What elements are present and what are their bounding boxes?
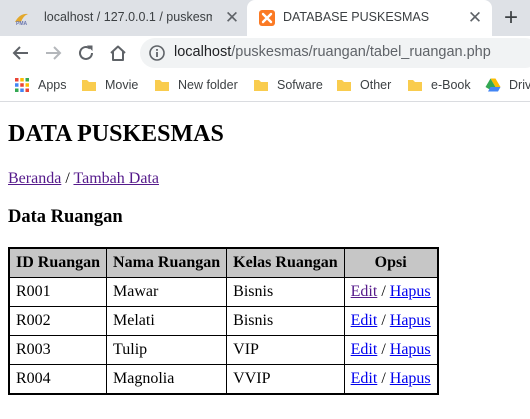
- url-text: localhost/puskesmas/ruangan/tabel_ruanga…: [174, 44, 491, 60]
- edit-link[interactable]: Edit: [351, 341, 378, 358]
- action-separator: /: [377, 312, 390, 329]
- edit-link[interactable]: Edit: [351, 370, 378, 387]
- cell-id: R001: [8, 277, 108, 307]
- close-icon[interactable]: ✕: [223, 9, 241, 27]
- info-icon[interactable]: [148, 44, 166, 62]
- bookmark-drive[interactable]: Driv: [485, 69, 530, 101]
- column-header-kelas: Kelas Ruangan: [226, 247, 345, 278]
- breadcrumb-separator: /: [61, 170, 74, 187]
- bookmark-label: Driv: [509, 78, 530, 92]
- table-row: R002 Melati Bisnis Edit / Hapus: [8, 306, 439, 336]
- breadcrumb: Beranda / Tambah Data: [8, 170, 159, 188]
- tab-database-puskesmas[interactable]: DATABASE PUSKESMAS ✕: [247, 0, 492, 36]
- tab-strip: PMA localhost / 127.0.0.1 / puskesmas ✕ …: [0, 0, 530, 36]
- bookmark-label: Apps: [38, 78, 67, 92]
- hapus-link[interactable]: Hapus: [390, 370, 431, 387]
- table-row: R004 Magnolia VVIP Edit / Hapus: [8, 364, 439, 395]
- cell-kelas: Bisnis: [226, 306, 345, 336]
- edit-link[interactable]: Edit: [351, 312, 378, 329]
- folder-icon: [82, 80, 96, 91]
- folder-icon: [254, 80, 268, 91]
- tambah-data-link[interactable]: Tambah Data: [73, 170, 159, 187]
- action-separator: /: [377, 283, 390, 300]
- hapus-link[interactable]: Hapus: [390, 341, 431, 358]
- cell-opsi: Edit / Hapus: [343, 364, 439, 395]
- beranda-link[interactable]: Beranda: [8, 170, 61, 187]
- bookmark-label: New folder: [178, 78, 238, 92]
- phpmyadmin-icon: PMA: [15, 13, 28, 26]
- edit-link[interactable]: Edit: [351, 283, 378, 300]
- folder-icon: [337, 80, 351, 91]
- bookmark-label: e-Book: [431, 78, 471, 92]
- new-tab-button[interactable]: +: [498, 5, 524, 31]
- bookmarks-bar: Apps Movie New folder Sofware Other e-Bo…: [0, 69, 530, 102]
- cell-kelas: VIP: [226, 335, 345, 365]
- bookmark-label: Sofware: [277, 78, 323, 92]
- table-row: R001 Mawar Bisnis Edit / Hapus: [8, 277, 439, 307]
- page-content: DATA PUSKESMAS Beranda / Tambah Data Dat…: [0, 102, 530, 419]
- section-title: Data Ruangan: [8, 207, 123, 227]
- folder-icon: [408, 80, 422, 91]
- cell-nama: Mawar: [106, 277, 228, 307]
- cell-kelas: VVIP: [226, 364, 345, 395]
- url-host: localhost: [174, 44, 232, 60]
- bookmark-apps[interactable]: Apps: [14, 69, 67, 101]
- action-separator: /: [377, 341, 390, 358]
- bookmark-ebook[interactable]: e-Book: [407, 69, 471, 101]
- cell-id: R004: [8, 364, 108, 395]
- bookmark-new-folder[interactable]: New folder: [154, 69, 238, 101]
- cell-id: R003: [8, 335, 108, 365]
- cell-opsi: Edit / Hapus: [343, 306, 439, 336]
- cell-id: R002: [8, 306, 108, 336]
- arrow-left-icon: [12, 46, 28, 60]
- tab-phpmyadmin[interactable]: PMA localhost / 127.0.0.1 / puskesmas ✕: [0, 0, 246, 36]
- action-separator: /: [377, 370, 390, 387]
- xampp-icon: [259, 10, 275, 26]
- cell-opsi: Edit / Hapus: [343, 277, 439, 307]
- home-icon: [110, 45, 126, 61]
- page-title: DATA PUSKESMAS: [8, 121, 224, 147]
- cell-opsi: Edit / Hapus: [343, 335, 439, 365]
- bookmark-label: Movie: [105, 78, 139, 92]
- ruangan-table: ID Ruangan Nama Ruangan Kelas Ruangan Op…: [8, 247, 439, 395]
- reload-icon: [79, 45, 93, 60]
- cell-kelas: Bisnis: [226, 277, 345, 307]
- column-header-id: ID Ruangan: [8, 247, 108, 278]
- reload-button[interactable]: [73, 40, 99, 66]
- arrow-right-icon: [46, 46, 62, 60]
- url-path: /puskesmas/ruangan/tabel_ruangan.php: [231, 44, 491, 60]
- bookmark-sofware[interactable]: Sofware: [253, 69, 323, 101]
- apps-grid-icon: [15, 78, 29, 92]
- home-button[interactable]: [105, 40, 131, 66]
- cell-nama: Tulip: [106, 335, 228, 365]
- browser-toolbar: localhost/puskesmas/ruangan/tabel_ruanga…: [0, 36, 530, 69]
- bookmark-movie[interactable]: Movie: [81, 69, 138, 101]
- folder-icon: [155, 80, 169, 91]
- tab-title: DATABASE PUSKESMAS: [283, 10, 430, 24]
- bookmark-label: Other: [360, 78, 392, 92]
- cell-nama: Magnolia: [106, 364, 228, 395]
- cell-nama: Melati: [106, 306, 228, 336]
- column-header-nama: Nama Ruangan: [106, 247, 228, 278]
- close-icon[interactable]: ✕: [466, 9, 484, 27]
- hapus-link[interactable]: Hapus: [390, 312, 431, 329]
- forward-button[interactable]: [40, 40, 66, 66]
- tab-title: localhost / 127.0.0.1 / puskesmas: [44, 10, 212, 24]
- hapus-link[interactable]: Hapus: [390, 283, 431, 300]
- column-header-opsi: Opsi: [343, 247, 439, 278]
- google-drive-icon: [485, 78, 501, 92]
- back-button[interactable]: [8, 40, 34, 66]
- table-header-row: ID Ruangan Nama Ruangan Kelas Ruangan Op…: [8, 247, 439, 278]
- address-bar[interactable]: localhost/puskesmas/ruangan/tabel_ruanga…: [140, 38, 530, 68]
- bookmark-other[interactable]: Other: [336, 69, 391, 101]
- svg-text:PMA: PMA: [16, 21, 28, 26]
- table-row: R003 Tulip VIP Edit / Hapus: [8, 335, 439, 365]
